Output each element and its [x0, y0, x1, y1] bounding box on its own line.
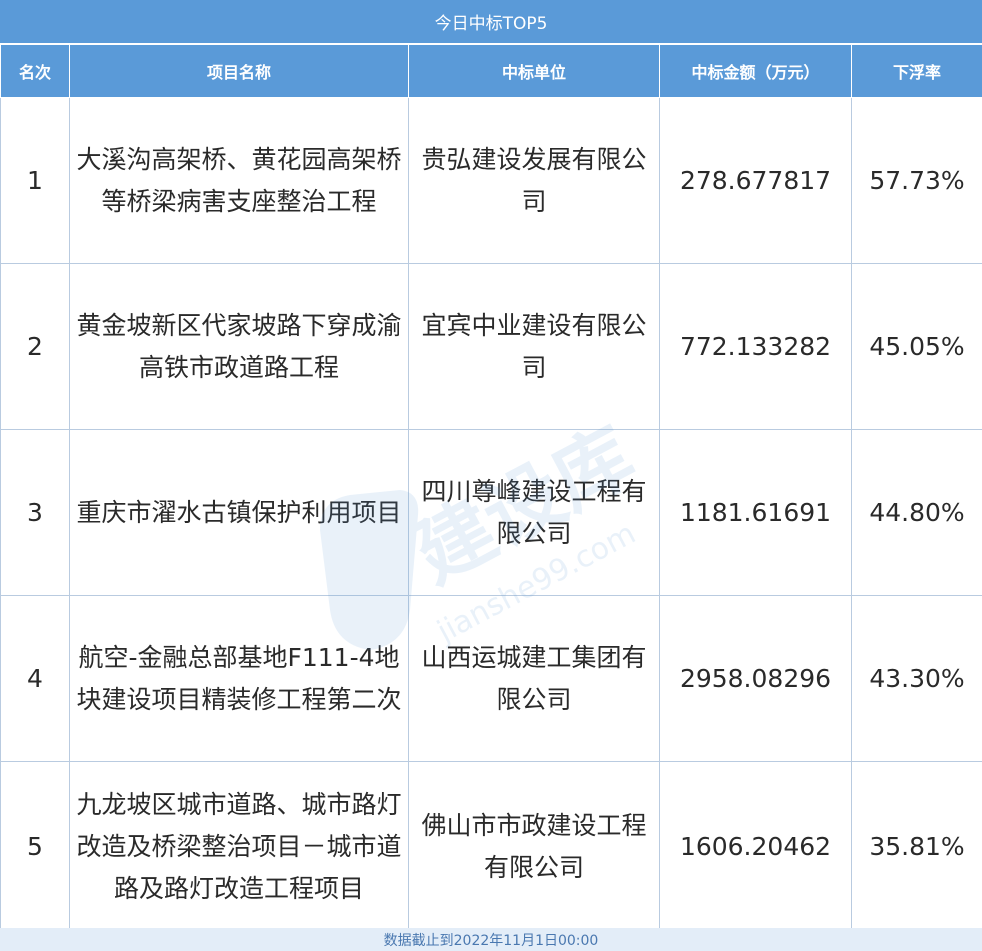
- company-cell: 贵弘建设发展有限公司: [408, 97, 660, 264]
- amount-cell: 772.133282: [659, 263, 852, 430]
- table-row: 5 九龙坡区城市道路、城市路灯改造及桥梁整治项目－城市道路及路灯改造工程项目 佛…: [0, 761, 982, 933]
- table-title: 今日中标TOP5: [0, 0, 982, 44]
- rate-cell: 57.73%: [851, 97, 982, 264]
- rank-cell: 1: [0, 97, 70, 264]
- header-rank: 名次: [0, 44, 70, 98]
- amount-cell: 1181.61691: [659, 429, 852, 596]
- project-cell: 黄金坡新区代家坡路下穿成渝高铁市政道路工程: [69, 263, 409, 430]
- rate-cell: 35.81%: [851, 761, 982, 933]
- rate-cell: 43.30%: [851, 595, 982, 762]
- table-row: 4 航空-金融总部基地F111-4地块建设项目精装修工程第二次 山西运城建工集团…: [0, 595, 982, 762]
- table-row: 2 黄金坡新区代家坡路下穿成渝高铁市政道路工程 宜宾中业建设有限公司 772.1…: [0, 263, 982, 430]
- header-amount: 中标金额（万元）: [659, 44, 852, 98]
- table-row: 1 大溪沟高架桥、黄花园高架桥等桥梁病害支座整治工程 贵弘建设发展有限公司 27…: [0, 97, 982, 264]
- header-rate: 下浮率: [851, 44, 982, 98]
- amount-cell: 2958.08296: [659, 595, 852, 762]
- amount-cell: 1606.20462: [659, 761, 852, 933]
- project-cell: 九龙坡区城市道路、城市路灯改造及桥梁整治项目－城市道路及路灯改造工程项目: [69, 761, 409, 933]
- company-cell: 佛山市市政建设工程有限公司: [408, 761, 660, 933]
- project-cell: 航空-金融总部基地F111-4地块建设项目精装修工程第二次: [69, 595, 409, 762]
- company-cell: 山西运城建工集团有限公司: [408, 595, 660, 762]
- table-row: 3 重庆市濯水古镇保护利用项目 四川尊峰建设工程有限公司 1181.61691 …: [0, 429, 982, 596]
- header-company: 中标单位: [408, 44, 660, 98]
- header-row: 名次 项目名称 中标单位 中标金额（万元） 下浮率: [0, 44, 982, 98]
- header-project: 项目名称: [69, 44, 409, 98]
- project-cell: 重庆市濯水古镇保护利用项目: [69, 429, 409, 596]
- company-cell: 宜宾中业建设有限公司: [408, 263, 660, 430]
- data-cutoff-note: 数据截止到2022年11月1日00:00: [0, 928, 982, 951]
- top5-table: 名次 项目名称 中标单位 中标金额（万元） 下浮率 1 大溪沟高架桥、黄花园高架…: [0, 44, 982, 933]
- rank-cell: 5: [0, 761, 70, 933]
- rank-cell: 2: [0, 263, 70, 430]
- company-cell: 四川尊峰建设工程有限公司: [408, 429, 660, 596]
- rank-cell: 4: [0, 595, 70, 762]
- rate-cell: 44.80%: [851, 429, 982, 596]
- rank-cell: 3: [0, 429, 70, 596]
- project-cell: 大溪沟高架桥、黄花园高架桥等桥梁病害支座整治工程: [69, 97, 409, 264]
- rate-cell: 45.05%: [851, 263, 982, 430]
- amount-cell: 278.677817: [659, 97, 852, 264]
